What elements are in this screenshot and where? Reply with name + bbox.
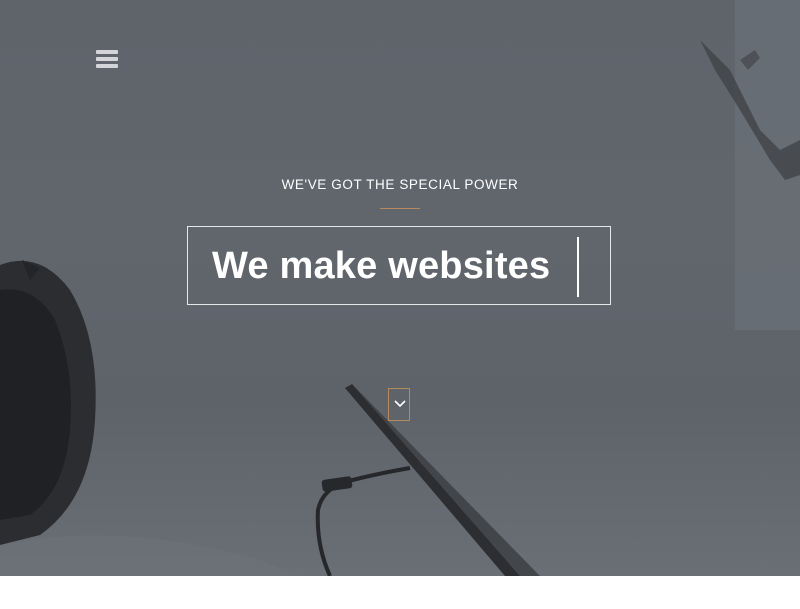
hero-headline: We make websites: [212, 245, 551, 287]
hero-tagline: WE'VE GOT THE SPECIAL POWER: [281, 177, 519, 192]
menu-button[interactable]: [96, 50, 120, 72]
chevron-down-icon: [394, 400, 406, 408]
hamburger-menu-icon-bar: [96, 57, 118, 61]
page-below-hero: [0, 576, 800, 609]
accent-divider: [380, 208, 420, 209]
hamburger-menu-icon-bar: [96, 50, 118, 54]
typing-cursor: [577, 237, 579, 297]
hamburger-menu-icon-bar: [96, 64, 118, 68]
headline-frame: We make websites: [187, 226, 611, 305]
hero-section: WE'VE GOT THE SPECIAL POWER We make webs…: [0, 0, 800, 576]
scroll-down-button[interactable]: [388, 388, 410, 421]
